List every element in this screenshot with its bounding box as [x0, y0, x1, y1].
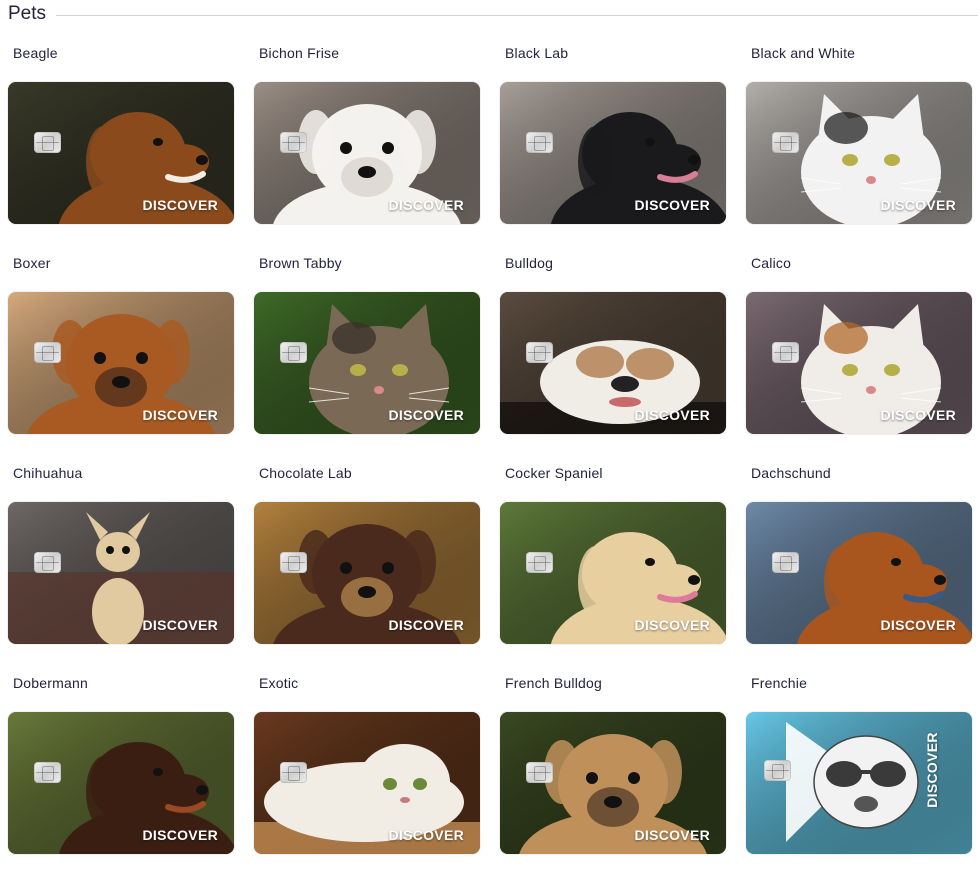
card-image[interactable]: DISCOVER	[8, 292, 234, 434]
card-design-option[interactable]: Black and White DISCOVER	[746, 38, 972, 248]
card-image[interactable]: DISCOVER	[8, 712, 234, 854]
chip-icon	[34, 342, 61, 363]
card-image[interactable]: DISCOVER	[254, 82, 480, 224]
card-design-option[interactable]: Black Lab DISCOVER	[500, 38, 726, 248]
card-design-option[interactable]: Brown Tabby DISCOVER	[254, 248, 480, 458]
card-image[interactable]: DISCOVER	[254, 712, 480, 854]
chip-icon	[526, 762, 553, 783]
discover-logo: DISCOVER	[142, 197, 218, 213]
card-design-label: Chocolate Lab	[259, 465, 352, 481]
chip-icon	[280, 762, 307, 783]
card-design-label: Chihuahua	[13, 465, 83, 481]
card-design-label: Exotic	[259, 675, 299, 691]
discover-logo: DISCOVER	[388, 407, 464, 423]
card-design-label: Brown Tabby	[259, 255, 342, 271]
card-design-label: Cocker Spaniel	[505, 465, 603, 481]
chip-icon	[772, 342, 799, 363]
card-image[interactable]: DISCOVER	[500, 82, 726, 224]
discover-logo: DISCOVER	[142, 407, 218, 423]
card-design-option[interactable]: Chocolate Lab DISCOVER	[254, 458, 480, 668]
card-design-option[interactable]: Exotic DISCOVER	[254, 668, 480, 878]
card-image[interactable]: DISCOVER	[254, 292, 480, 434]
chip-icon	[34, 762, 61, 783]
card-image[interactable]: DISCOVER	[8, 82, 234, 224]
chip-icon	[280, 552, 307, 573]
chip-icon	[526, 132, 553, 153]
chip-icon	[280, 342, 307, 363]
card-design-option[interactable]: Dobermann DISCOVER	[8, 668, 234, 878]
card-design-option[interactable]: Dachschund DISCOVER	[746, 458, 972, 668]
discover-logo: DISCOVER	[880, 407, 956, 423]
chip-icon	[764, 760, 791, 781]
discover-logo: DISCOVER	[634, 407, 710, 423]
discover-logo: DISCOVER	[634, 617, 710, 633]
chip-icon	[772, 552, 799, 573]
card-image[interactable]: DISCOVER	[746, 712, 972, 854]
chip-icon	[34, 552, 61, 573]
discover-logo: DISCOVER	[142, 827, 218, 843]
discover-logo: DISCOVER	[924, 732, 941, 808]
card-design-label: Boxer	[13, 255, 51, 271]
card-design-label: Calico	[751, 255, 792, 271]
chip-icon	[280, 132, 307, 153]
discover-logo: DISCOVER	[634, 197, 710, 213]
card-design-option[interactable]: Frenchie DISCOVER	[746, 668, 972, 878]
card-image[interactable]: DISCOVER	[254, 502, 480, 644]
card-design-option[interactable]: Bichon Frise DISCOVER	[254, 38, 480, 248]
card-design-label: French Bulldog	[505, 675, 602, 691]
discover-logo: DISCOVER	[880, 197, 956, 213]
card-design-label: Bulldog	[505, 255, 554, 271]
chip-icon	[526, 342, 553, 363]
card-design-option[interactable]: Boxer DISCOVER	[8, 248, 234, 458]
card-image[interactable]: DISCOVER	[500, 502, 726, 644]
card-design-grid: Beagle DISCOVER Bichon Frise DISCOVER Bl…	[8, 38, 972, 878]
discover-logo: DISCOVER	[388, 827, 464, 843]
discover-logo: DISCOVER	[880, 617, 956, 633]
card-design-label: Bichon Frise	[259, 45, 340, 61]
card-design-label: Beagle	[13, 45, 58, 61]
card-image[interactable]: DISCOVER	[746, 292, 972, 434]
card-image[interactable]: DISCOVER	[500, 712, 726, 854]
discover-logo: DISCOVER	[388, 617, 464, 633]
discover-logo: DISCOVER	[634, 827, 710, 843]
chip-icon	[34, 132, 61, 153]
card-design-label: Black Lab	[505, 45, 569, 61]
card-image[interactable]: DISCOVER	[746, 502, 972, 644]
card-design-label: Dobermann	[13, 675, 88, 691]
section-divider	[56, 14, 978, 16]
card-design-label: Dachschund	[751, 465, 831, 481]
card-design-option[interactable]: Cocker Spaniel DISCOVER	[500, 458, 726, 668]
card-design-option[interactable]: French Bulldog DISCOVER	[500, 668, 726, 878]
section-header: Pets	[8, 2, 978, 26]
card-design-label: Black and White	[751, 45, 856, 61]
chip-icon	[772, 132, 799, 153]
discover-logo: DISCOVER	[388, 197, 464, 213]
card-design-label: Frenchie	[751, 675, 808, 691]
section-title: Pets	[8, 3, 47, 24]
card-image[interactable]: DISCOVER	[746, 82, 972, 224]
card-design-option[interactable]: Bulldog DISCOVER	[500, 248, 726, 458]
card-design-option[interactable]: Beagle DISCOVER	[8, 38, 234, 248]
card-image[interactable]: DISCOVER	[8, 502, 234, 644]
card-image[interactable]: DISCOVER	[500, 292, 726, 434]
discover-logo: DISCOVER	[142, 617, 218, 633]
card-design-option[interactable]: Calico DISCOVER	[746, 248, 972, 458]
chip-icon	[526, 552, 553, 573]
card-design-option[interactable]: Chihuahua DISCOVER	[8, 458, 234, 668]
